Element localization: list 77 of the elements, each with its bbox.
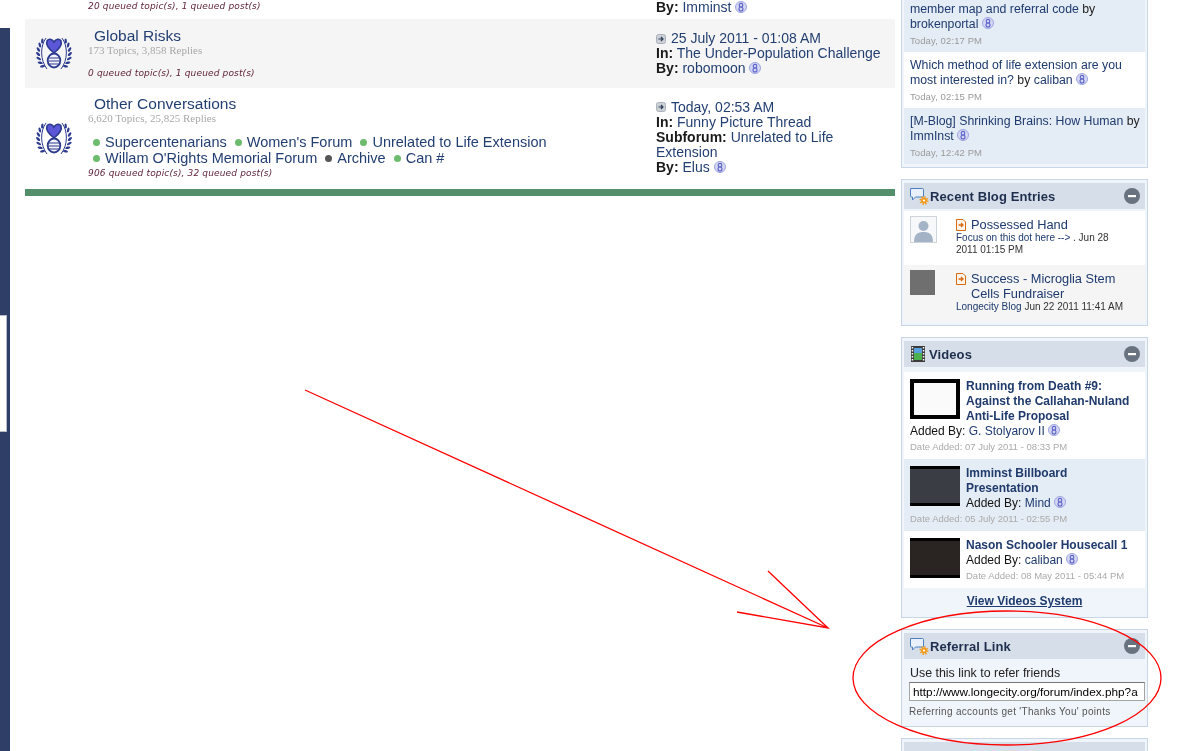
arrow-icon[interactable] — [656, 102, 666, 112]
collapse-icon[interactable] — [1124, 188, 1140, 204]
member-icon[interactable] — [1066, 553, 1079, 565]
arrow-icon[interactable] — [656, 33, 666, 44]
chat-gear-icon — [909, 637, 929, 655]
topic-summary[interactable]: [M-Blog] Shrinking Brains: How Human by ImmInst — [910, 114, 1144, 144]
video-thumbnail[interactable] — [910, 538, 960, 578]
post-author[interactable]: By: Imminst — [656, 0, 732, 15]
member-icon[interactable] — [713, 160, 726, 173]
forum-stats: 173 Topics, 3,858 Replies — [88, 43, 203, 57]
video-date: Date Added: 07 July 2011 - 08:33 PM — [910, 441, 1068, 453]
member-icon[interactable] — [735, 1, 748, 13]
collapse-icon[interactable] — [1124, 346, 1140, 362]
author-link[interactable]: G. Stolyarov II — [968, 424, 1045, 438]
member-icon[interactable] — [1076, 73, 1089, 85]
panel-title: Recent Blog Entries — [930, 188, 1056, 204]
added-by-label: Added By: — [910, 424, 966, 438]
entry-meta: Focus on this dot here --> . Jun 28 2011 01:15 PM — [956, 232, 1110, 256]
topic-summary[interactable]: Which method of life extension are you most interested in? by caliban — [910, 58, 1144, 88]
post-location[interactable]: Subforum: Unrelated to Life Extension — [656, 129, 895, 160]
chat-gear-icon — [909, 187, 929, 205]
forum-stats: 6,620 Topics, 25,825 Replies — [88, 112, 216, 125]
subforum-link[interactable]: Willam O'Rights Memorial Forum — [105, 151, 318, 166]
author-link[interactable]: caliban — [1033, 73, 1073, 87]
subforum-link[interactable]: Unrelated to Life Extension — [372, 135, 547, 150]
post-author[interactable]: By: Elus — [656, 158, 710, 175]
topic-time: Today, 02:17 PM — [910, 35, 983, 47]
referral-label: Use this link to refer friends — [910, 666, 1061, 680]
film-icon — [911, 346, 925, 362]
document-icon — [956, 219, 966, 231]
referral-link-field[interactable]: http://www.longecity.org/forum/index.php?a — [909, 682, 1145, 701]
panel-title: Videos — [929, 346, 972, 362]
member-icon[interactable] — [957, 129, 970, 141]
blog-link[interactable]: Longecity Blog — [956, 301, 1022, 312]
post-location[interactable]: In: Funny Picture Thread — [656, 114, 895, 130]
added-by-label: Added By: — [966, 496, 1022, 510]
author-link[interactable]: ImmInst — [910, 129, 954, 143]
queued-count: 0 queued topic(s), 1 queued post(s) — [88, 66, 255, 79]
topic-summary[interactable]: member map and referral code by brokenportal — [910, 2, 1144, 32]
subforum-link[interactable]: Can # — [405, 151, 445, 166]
topic-time: Today, 02:15 PM — [910, 91, 983, 103]
entry-meta: Longecity Blog Jun 22 2011 11:41 AM — [956, 301, 1124, 313]
view-videos-link[interactable]: View Videos System — [966, 594, 1083, 608]
member-icon[interactable] — [1048, 424, 1061, 436]
video-thumbnail[interactable] — [910, 379, 960, 419]
subforum-link[interactable]: Archive — [337, 151, 386, 166]
member-icon[interactable] — [749, 62, 762, 74]
entry-title-link[interactable]: Possessed Hand — [971, 217, 1068, 232]
video-date: Date Added: 05 July 2011 - 02:55 PM — [910, 513, 1068, 525]
last-post-date[interactable]: Today, 02:53 AM — [671, 99, 775, 115]
video-title-link[interactable]: Imminst Billboard Presentation — [966, 466, 1143, 496]
added-by-label: Added By: — [966, 553, 1022, 567]
blog-link[interactable]: Focus on this dot here --> — [956, 232, 1071, 243]
forum-title-link[interactable]: Global Risks — [94, 27, 181, 44]
forum-title-link[interactable]: Other Conversations — [94, 96, 237, 112]
post-author[interactable]: By: robomoon — [656, 60, 746, 76]
subforum-link[interactable]: Women's Forum — [246, 135, 353, 150]
member-icon[interactable] — [1054, 496, 1067, 508]
collapse-icon[interactable] — [1124, 638, 1140, 654]
post-location[interactable]: In: The Under-Population Challenge — [656, 46, 895, 61]
video-date: Date Added: 08 May 2011 - 05:44 PM — [966, 570, 1125, 582]
author-link[interactable]: Mind — [1024, 496, 1051, 510]
queued-count: 20 queued topic(s), 1 queued post(s) — [88, 0, 261, 12]
author-link[interactable]: brokenportal — [910, 17, 979, 31]
video-title-link[interactable]: Running from Death #9: Against the Callahan-Nuland Anti-Life Proposal — [966, 379, 1143, 424]
member-icon[interactable] — [981, 17, 994, 29]
author-link[interactable]: caliban — [1024, 553, 1063, 567]
topic-time: Today, 12:42 PM — [910, 147, 983, 159]
video-title-link[interactable]: Nason Schooler Housecall 1 — [966, 538, 1143, 553]
document-icon — [956, 273, 966, 285]
queued-count: 906 queued topic(s), 32 queued post(s) — [88, 167, 273, 179]
video-thumbnail[interactable] — [910, 466, 960, 506]
referral-note: Referring accounts get 'Thanks You' points — [909, 706, 1111, 718]
subforum-link[interactable]: Supercentenarians — [105, 135, 227, 150]
last-post-date[interactable]: 25 July 2011 - 01:08 AM — [671, 31, 821, 46]
panel-title: Referral Link — [930, 638, 1011, 654]
entry-title-link[interactable]: Success - Microglia Stem Cells Fundraiser — [971, 271, 1130, 301]
